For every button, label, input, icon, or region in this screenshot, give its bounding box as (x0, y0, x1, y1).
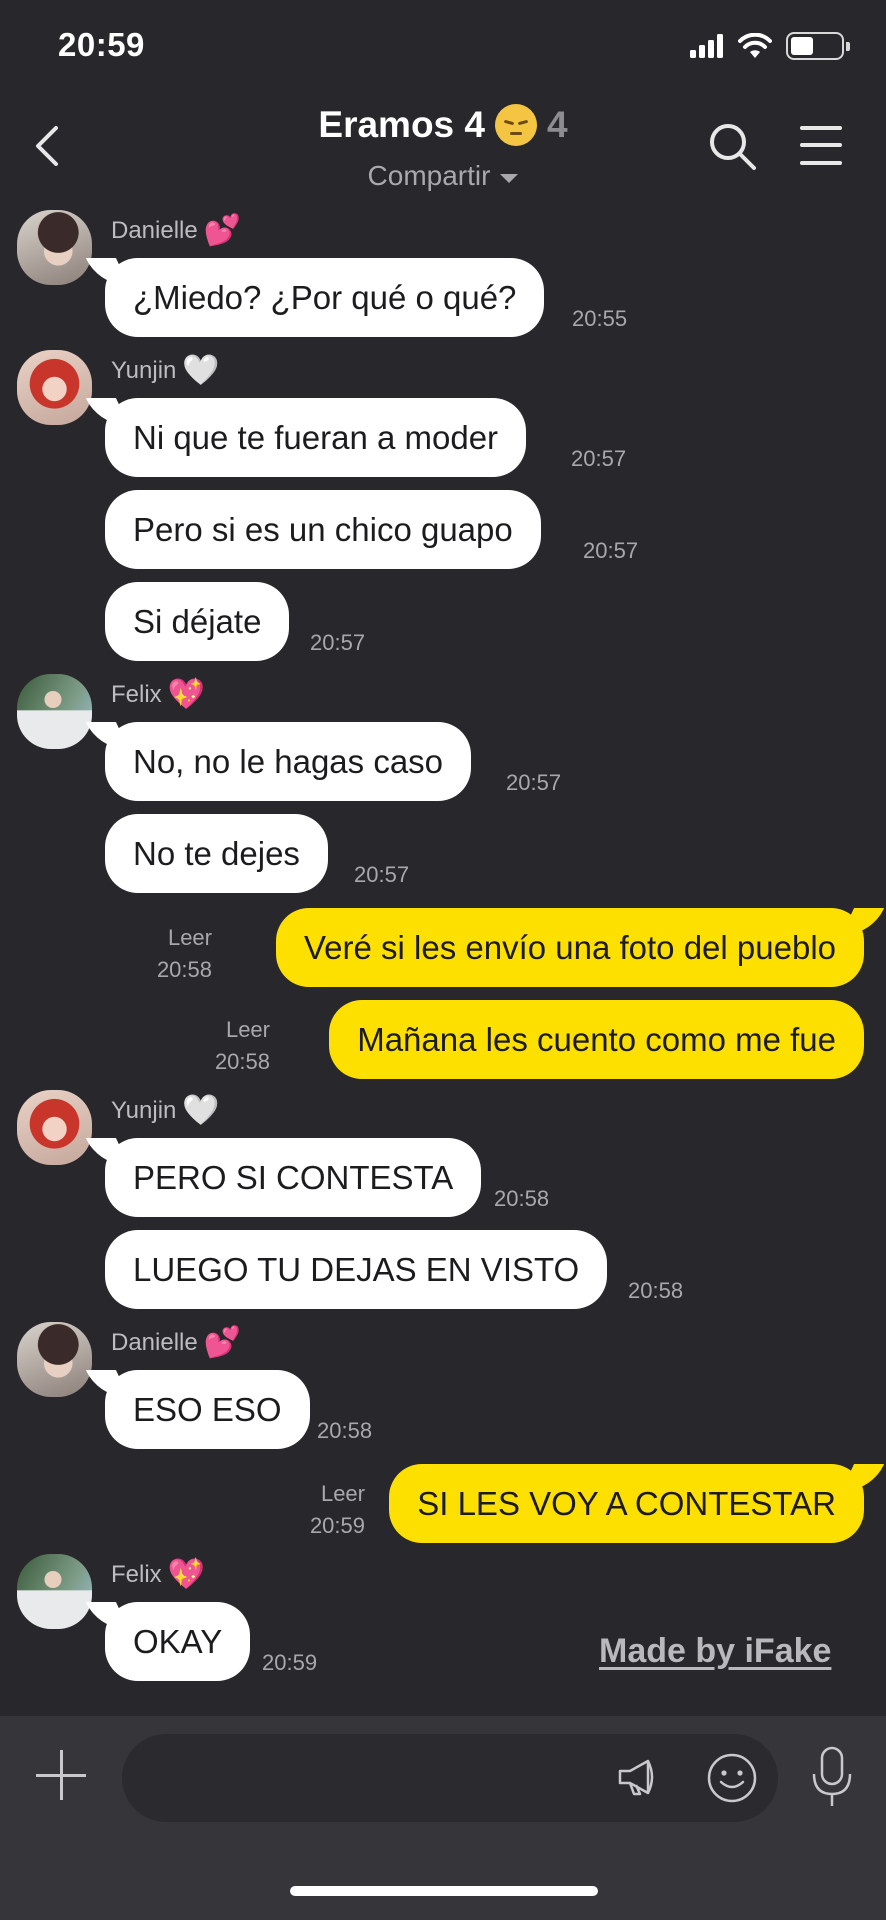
message-time: 20:59 (309, 1513, 365, 1538)
my-message-bubble[interactable]: Veré si les envío una foto del pueblo (275, 908, 864, 987)
white-heart-icon: 🤍 (182, 1094, 220, 1127)
message-bubble[interactable]: Pero si es un chico guapo (105, 490, 541, 569)
composer-bar (0, 1716, 886, 1920)
message-read-meta: Leer 20:59 (310, 1478, 365, 1542)
sender-name: Felix 💖 (111, 1558, 206, 1591)
message-time: 20:55 (572, 306, 628, 331)
message-time: 20:57 (354, 862, 410, 887)
two-hearts-icon: 💕 (203, 214, 242, 247)
chat-title: Eramos 4 (318, 104, 485, 145)
message-bubble[interactable]: No te dejes (105, 814, 328, 893)
member-count: 4 (547, 104, 568, 145)
sender-name: Danielle 💕 (111, 214, 242, 247)
avatar-yunjin[interactable] (17, 1090, 92, 1165)
menu-icon[interactable] (800, 122, 842, 168)
my-message-bubble[interactable]: Mañana les cuento como me fue (329, 1000, 864, 1079)
message-bubble[interactable]: ESO ESO (105, 1370, 310, 1449)
home-indicator (290, 1886, 598, 1896)
two-hearts-icon: 💕 (203, 1326, 242, 1359)
avatar-danielle[interactable] (17, 1322, 92, 1397)
message-time: 20:57 (571, 446, 627, 471)
search-icon[interactable] (706, 120, 758, 172)
message-time: 20:58 (317, 1418, 373, 1443)
message-time: 20:57 (310, 630, 366, 655)
message-time: 20:57 (506, 770, 562, 795)
white-heart-icon: 🤍 (182, 354, 220, 387)
avatar-felix[interactable] (17, 674, 92, 749)
avatar-danielle[interactable] (17, 210, 92, 285)
message-time: 20:58 (494, 1186, 550, 1211)
message-read-meta: Leer 20:58 (215, 1014, 270, 1078)
message-bubble[interactable]: No, no le hagas caso (105, 722, 472, 801)
sparkling-heart-icon: 💖 (167, 678, 206, 711)
wifi-icon (738, 33, 772, 58)
message-time: 20:58 (156, 957, 212, 982)
message-bubble[interactable]: LUEGO TU DEJAS EN VISTO (105, 1230, 608, 1309)
read-status: Leer (320, 1481, 365, 1506)
message-time: 20:57 (583, 538, 639, 563)
status-bar: 20:59 (0, 0, 886, 96)
pensive-face-emoji-icon (495, 104, 537, 146)
message-time: 20:59 (262, 1650, 318, 1675)
avatar-yunjin[interactable] (17, 350, 92, 425)
sender-name: Felix 💖 (111, 678, 206, 711)
status-time: 20:59 (58, 26, 145, 63)
message-bubble[interactable]: Si déjate (105, 582, 290, 661)
chat-header: Eramos 4 4 Compartir (0, 96, 886, 204)
message-input[interactable] (122, 1734, 778, 1822)
emoji-icon[interactable] (706, 1752, 758, 1804)
watermark-link[interactable]: Made by iFake (599, 1632, 831, 1671)
sender-name: Yunjin 🤍 (111, 354, 220, 387)
my-message-bubble[interactable]: SI LES VOY A CONTESTAR (389, 1464, 864, 1543)
sparkling-heart-icon: 💖 (167, 1558, 206, 1591)
message-bubble[interactable]: ¿Miedo? ¿Por qué o qué? (105, 258, 545, 337)
share-label: Compartir (367, 160, 491, 191)
read-status: Leer (225, 1017, 270, 1042)
message-bubble[interactable]: Ni que te fueran a moder (105, 398, 527, 477)
message-time: 20:58 (628, 1278, 684, 1303)
share-dropdown[interactable]: Compartir (368, 160, 519, 192)
status-icons (690, 28, 850, 64)
microphone-icon[interactable] (810, 1746, 854, 1808)
battery-icon (786, 32, 850, 60)
sender-name: Yunjin 🤍 (111, 1094, 220, 1127)
megaphone-icon[interactable] (614, 1754, 660, 1800)
signal-icon (690, 34, 723, 58)
avatar-felix[interactable] (17, 1554, 92, 1629)
read-status: Leer (167, 925, 212, 950)
message-read-meta: Leer 20:58 (157, 922, 212, 986)
plus-icon[interactable] (36, 1750, 86, 1800)
message-bubble[interactable]: PERO SI CONTESTA (105, 1138, 482, 1217)
sender-name: Danielle 💕 (111, 1326, 242, 1359)
message-time: 20:58 (214, 1049, 270, 1074)
message-bubble[interactable]: OKAY (105, 1602, 251, 1681)
caret-down-icon (500, 173, 519, 183)
